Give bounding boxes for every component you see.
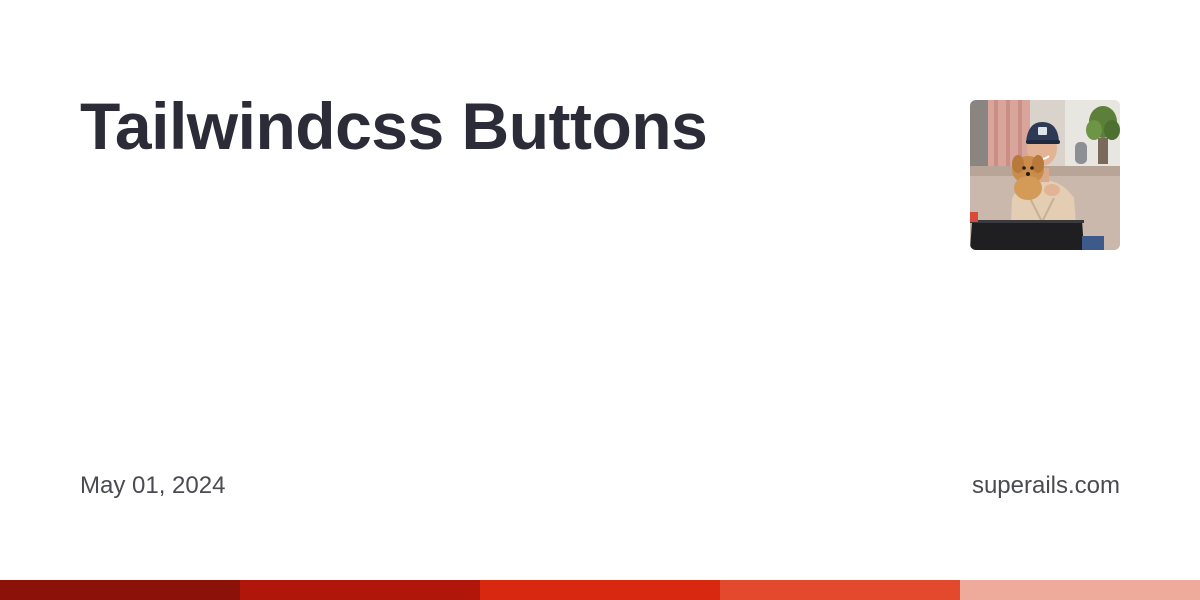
stripe-segment xyxy=(240,580,480,600)
stripe-segment xyxy=(480,580,720,600)
page-title: Tailwindcss Buttons xyxy=(80,89,708,163)
site-domain: superails.com xyxy=(971,472,1120,499)
stripe-segment xyxy=(960,580,1200,600)
author-photo-icon xyxy=(970,100,1120,250)
color-stripe xyxy=(0,580,1200,600)
stripe-segment xyxy=(0,580,240,600)
publish-date: May 01, 2024 xyxy=(80,472,226,499)
stripe-segment xyxy=(720,580,960,600)
social-card: Tailwindcss Buttons May 01, 2024 superai… xyxy=(0,0,1200,600)
author-avatar xyxy=(970,100,1120,250)
